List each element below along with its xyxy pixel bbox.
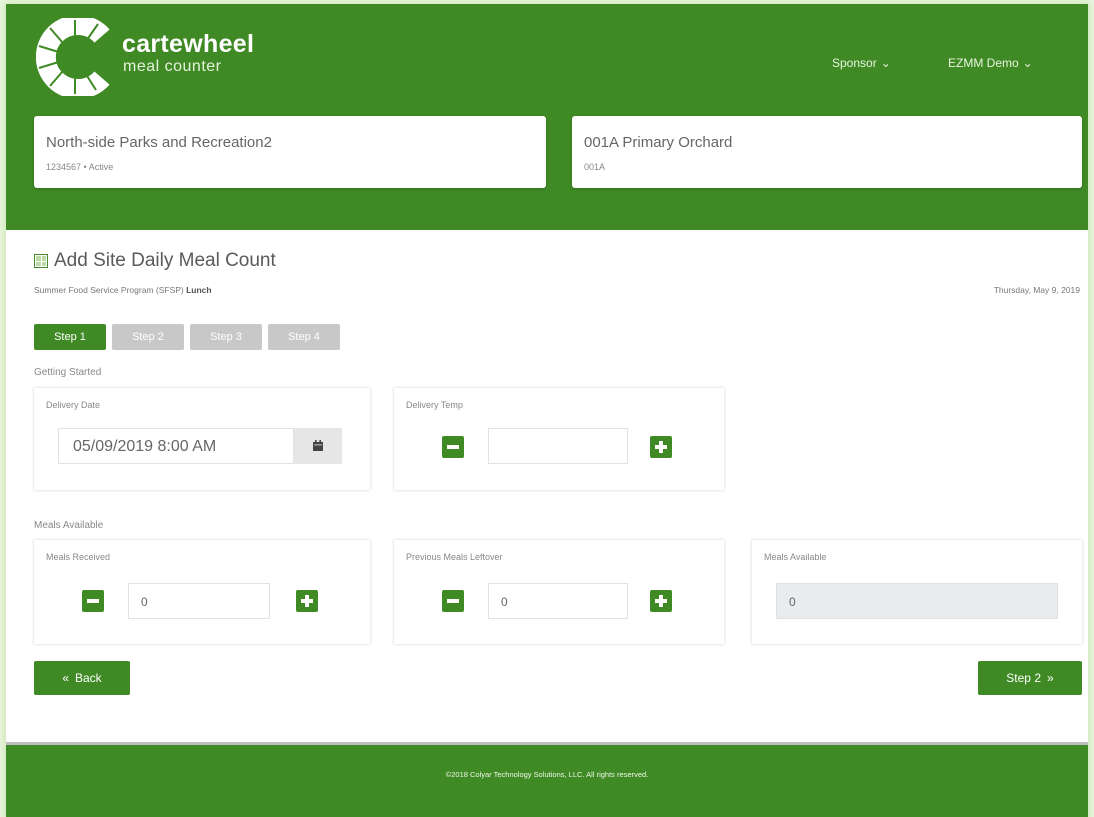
header: cartewheel meal counter Sponsor ⌄ EZMM D…	[6, 4, 1088, 230]
temp-minus-button[interactable]	[442, 436, 464, 458]
step-4-tab[interactable]: Step 4	[268, 324, 340, 350]
leftover-panel: Previous Meals Leftover 0	[394, 540, 724, 644]
program-label: Summer Food Service Program (SFSP) Lunch	[34, 285, 212, 295]
delivery-date-panel: Delivery Date 05/09/2019 8:00 AM	[34, 388, 370, 490]
user-menu-label: EZMM Demo	[948, 56, 1019, 70]
back-button[interactable]: « Back	[34, 661, 130, 695]
double-chevron-left-icon: «	[62, 671, 69, 685]
getting-started-label: Getting Started	[34, 367, 102, 378]
footer: ©2018 Colyar Technology Solutions, LLC. …	[6, 742, 1088, 817]
calendar-button[interactable]	[294, 428, 342, 464]
received-minus-button[interactable]	[82, 590, 104, 612]
sponsor-status: 1234567 • Active	[46, 162, 114, 172]
grid-icon	[34, 254, 48, 268]
double-chevron-right-icon: »	[1047, 671, 1054, 685]
meals-available-readonly: 0	[776, 583, 1058, 619]
step-2-tab[interactable]: Step 2	[112, 324, 184, 350]
brand-name: cartewheel	[122, 30, 255, 58]
page-title: Add Site Daily Meal Count	[34, 250, 276, 272]
site-name: 001A Primary Orchard	[584, 134, 733, 151]
cartewheel-logo-icon	[36, 18, 110, 96]
calendar-icon	[313, 440, 323, 451]
leftover-input[interactable]: 0	[488, 583, 628, 619]
minus-icon	[447, 599, 459, 603]
delivery-temp-panel: Delivery Temp	[394, 388, 724, 490]
delivery-temp-label: Delivery Temp	[406, 400, 463, 410]
user-menu[interactable]: EZMM Demo ⌄	[948, 56, 1033, 70]
step-tabs: Step 1 Step 2 Step 3 Step 4	[34, 324, 340, 350]
page-title-text: Add Site Daily Meal Count	[54, 250, 276, 271]
meals-available-label: Meals Available	[764, 552, 827, 562]
meals-received-label: Meals Received	[46, 552, 111, 562]
temp-plus-button[interactable]	[650, 436, 672, 458]
chevron-down-icon: ⌄	[1022, 56, 1033, 70]
sponsor-menu[interactable]: Sponsor ⌄	[832, 56, 891, 70]
delivery-temp-input[interactable]	[488, 428, 628, 464]
meals-received-panel: Meals Received 0	[34, 540, 370, 644]
delivery-date-label: Delivery Date	[46, 400, 101, 410]
copyright-text: ©2018 Colyar Technology Solutions, LLC. …	[445, 770, 649, 779]
leftover-minus-button[interactable]	[442, 590, 464, 612]
sponsor-card[interactable]: North-side Parks and Recreation2 1234567…	[34, 116, 546, 188]
sponsor-name: North-side Parks and Recreation2	[46, 134, 272, 151]
step-2-button[interactable]: Step 2 »	[978, 661, 1082, 695]
site-card[interactable]: 001A Primary Orchard 001A	[572, 116, 1082, 188]
minus-icon	[447, 445, 459, 449]
step-1-tab[interactable]: Step 1	[34, 324, 106, 350]
meals-available-section-label: Meals Available	[34, 520, 104, 531]
minus-icon	[87, 599, 99, 603]
leftover-label: Previous Meals Leftover	[406, 552, 503, 562]
app-window: cartewheel meal counter Sponsor ⌄ EZMM D…	[6, 4, 1088, 817]
step-2-button-label: Step 2	[1006, 671, 1041, 685]
step-3-tab[interactable]: Step 3	[190, 324, 262, 350]
back-button-label: Back	[75, 671, 102, 685]
delivery-date-input[interactable]: 05/09/2019 8:00 AM	[58, 428, 294, 464]
sponsor-menu-label: Sponsor	[832, 56, 877, 70]
brand-subtitle: meal counter	[123, 58, 222, 75]
program-name: Summer Food Service Program (SFSP)	[34, 285, 187, 295]
meals-received-input[interactable]: 0	[128, 583, 270, 619]
received-plus-button[interactable]	[296, 590, 318, 612]
meals-available-panel: Meals Available 0	[752, 540, 1082, 644]
leftover-plus-button[interactable]	[650, 590, 672, 612]
current-date: Thursday, May 9, 2019	[993, 285, 1080, 295]
site-code: 001A	[584, 162, 606, 172]
chevron-down-icon: ⌄	[880, 56, 891, 70]
meal-type: Lunch	[186, 285, 212, 295]
